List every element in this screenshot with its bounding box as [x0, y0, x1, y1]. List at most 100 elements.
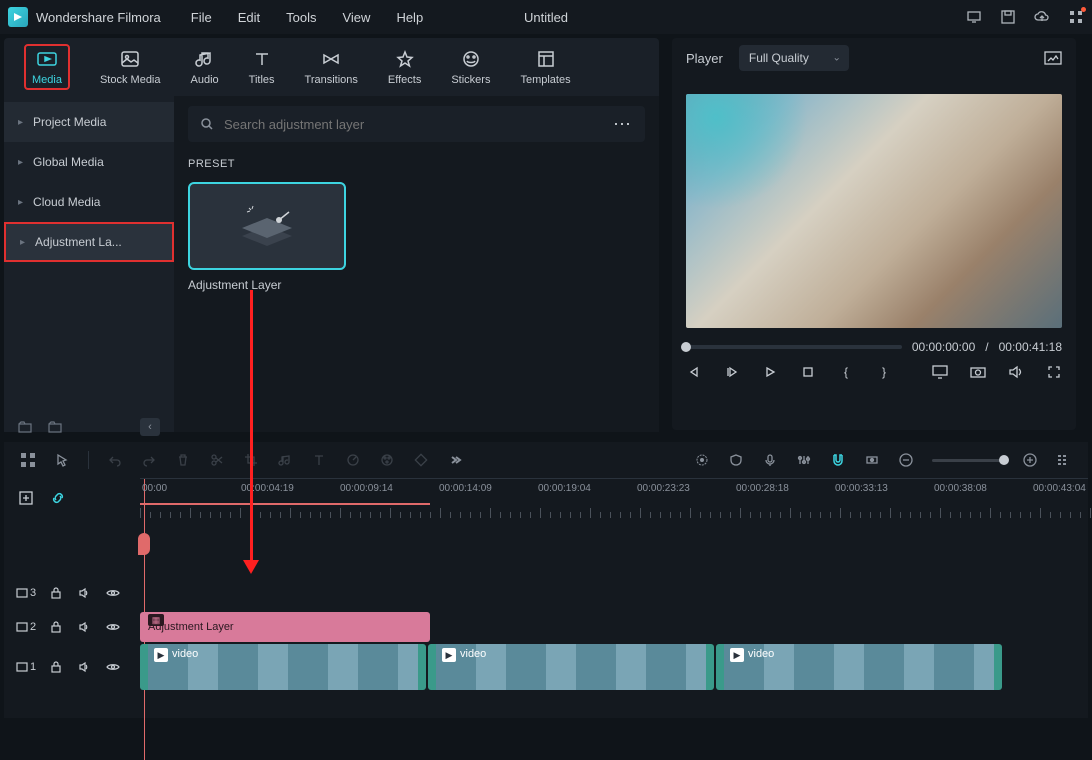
stop-icon[interactable] — [800, 364, 816, 380]
step-back-icon[interactable] — [724, 364, 740, 380]
tab-stock-media[interactable]: Stock Media — [100, 48, 161, 86]
chevron-down-icon: ⌄ — [832, 53, 840, 64]
zoom-in-icon[interactable] — [1022, 452, 1038, 468]
zoom-handle[interactable] — [999, 455, 1009, 465]
search-input[interactable] — [224, 117, 603, 132]
search-bar: ⋯ — [188, 106, 645, 142]
link-icon[interactable] — [50, 490, 66, 506]
tab-stickers[interactable]: Stickers — [451, 48, 490, 86]
text-icon[interactable] — [311, 452, 327, 468]
adjustment-layer-clip[interactable]: ▦ Adjustment Layer — [140, 612, 430, 642]
more-icon[interactable]: ⋯ — [613, 114, 633, 135]
split-icon[interactable] — [209, 452, 225, 468]
time-separator: / — [985, 340, 988, 354]
add-track-icon[interactable] — [18, 490, 34, 506]
sidebar-item-label: Adjustment La... — [35, 235, 122, 249]
quality-select[interactable]: Full Quality ⌄ — [739, 45, 849, 71]
lock-icon[interactable] — [50, 661, 64, 673]
mixer-icon[interactable] — [796, 452, 812, 468]
new-folder-icon[interactable] — [18, 420, 32, 434]
camera-icon[interactable] — [970, 364, 986, 380]
quality-value: Full Quality — [749, 51, 809, 65]
play-badge-icon: ▶ — [154, 648, 168, 662]
preset-item[interactable]: Adjustment Layer — [188, 182, 645, 292]
display-icon[interactable] — [932, 364, 948, 380]
save-icon[interactable] — [1000, 9, 1016, 25]
menu-tools[interactable]: Tools — [286, 10, 316, 25]
volume-icon[interactable] — [1008, 364, 1024, 380]
zoom-slider[interactable] — [932, 459, 1004, 462]
menu-file[interactable]: File — [191, 10, 212, 25]
sidebar-item-global-media[interactable]: ▸ Global Media — [4, 142, 174, 182]
lock-icon[interactable] — [50, 587, 64, 599]
preset-thumbnail[interactable] — [188, 182, 346, 270]
mark-in-icon[interactable]: { — [838, 364, 854, 380]
fullscreen-icon[interactable] — [1046, 364, 1062, 380]
app-logo-icon — [8, 7, 28, 27]
tab-effects[interactable]: Effects — [388, 48, 421, 86]
redo-icon[interactable] — [141, 452, 157, 468]
lock-icon[interactable] — [50, 621, 64, 633]
annotation-arrowhead — [243, 560, 259, 574]
video-clip-1[interactable]: ▶video — [140, 644, 426, 690]
mute-icon[interactable] — [78, 587, 92, 599]
marker-icon[interactable] — [694, 452, 710, 468]
view-options-icon[interactable] — [1056, 452, 1072, 468]
eye-icon[interactable] — [106, 662, 120, 672]
color-icon[interactable] — [379, 452, 395, 468]
monitor-icon[interactable] — [966, 9, 982, 25]
sidebar-item-adjustment-layer[interactable]: ▸ Adjustment La... — [4, 222, 174, 262]
tab-templates[interactable]: Templates — [520, 48, 570, 86]
collapse-sidebar-icon[interactable]: ‹ — [140, 418, 160, 436]
player-seekbar[interactable]: 00:00:00:00 / 00:00:41:18 — [686, 340, 1062, 354]
undo-icon[interactable] — [107, 452, 123, 468]
eye-icon[interactable] — [106, 588, 120, 598]
grid-icon[interactable] — [20, 452, 36, 468]
menu-edit[interactable]: Edit — [238, 10, 260, 25]
overflow-icon[interactable] — [447, 452, 463, 468]
shield-icon[interactable] — [728, 452, 744, 468]
seek-thumb[interactable] — [681, 342, 691, 352]
tab-audio[interactable]: Audio — [191, 48, 219, 86]
mute-icon[interactable] — [78, 621, 92, 633]
keyframe-icon[interactable] — [864, 452, 880, 468]
ruler-label: 00:00:04:19 — [241, 483, 294, 494]
speed-icon[interactable] — [345, 452, 361, 468]
effects-icon — [394, 48, 416, 70]
snapshot-icon[interactable] — [1044, 51, 1062, 65]
magnet-icon[interactable] — [830, 452, 846, 468]
cloud-upload-icon[interactable] — [1034, 9, 1050, 25]
preset-heading: PRESET — [188, 158, 645, 170]
annotation-arrow — [250, 290, 253, 562]
video-clip-2[interactable]: ▶video — [428, 644, 714, 690]
delete-icon[interactable] — [175, 452, 191, 468]
tab-transitions[interactable]: Transitions — [305, 48, 358, 86]
zoom-out-icon[interactable] — [898, 452, 914, 468]
menu-help[interactable]: Help — [396, 10, 423, 25]
pointer-icon[interactable] — [54, 452, 70, 468]
apps-icon[interactable] — [1068, 9, 1084, 25]
tab-media-label: Media — [32, 74, 62, 86]
music-icon[interactable] — [277, 452, 293, 468]
menu-view[interactable]: View — [342, 10, 370, 25]
mic-icon[interactable] — [762, 452, 778, 468]
eye-icon[interactable] — [106, 622, 120, 632]
tool-tabs: Media Stock Media Audio Titles Transitio… — [4, 38, 659, 96]
video-preview[interactable] — [686, 94, 1062, 328]
tab-media[interactable]: Media — [24, 44, 70, 90]
time-total: 00:00:41:18 — [999, 340, 1062, 354]
prev-frame-icon[interactable] — [686, 364, 702, 380]
video-clip-3[interactable]: ▶video — [716, 644, 1002, 690]
ruler-label: 00:00:23:23 — [637, 483, 690, 494]
timeline-ruler[interactable]: 00:0000:00:04:1900:00:09:1400:00:14:0900… — [140, 478, 1088, 518]
track-3: 3 — [4, 576, 1088, 610]
tab-titles[interactable]: Titles — [249, 48, 275, 86]
keyframe-tool-icon[interactable] — [413, 452, 429, 468]
play-icon[interactable] — [762, 364, 778, 380]
folder-icon[interactable] — [48, 420, 62, 434]
tab-transitions-label: Transitions — [305, 74, 358, 86]
sidebar-item-cloud-media[interactable]: ▸ Cloud Media — [4, 182, 174, 222]
mark-out-icon[interactable]: } — [876, 364, 892, 380]
mute-icon[interactable] — [78, 661, 92, 673]
sidebar-item-project-media[interactable]: ▸ Project Media — [4, 102, 174, 142]
